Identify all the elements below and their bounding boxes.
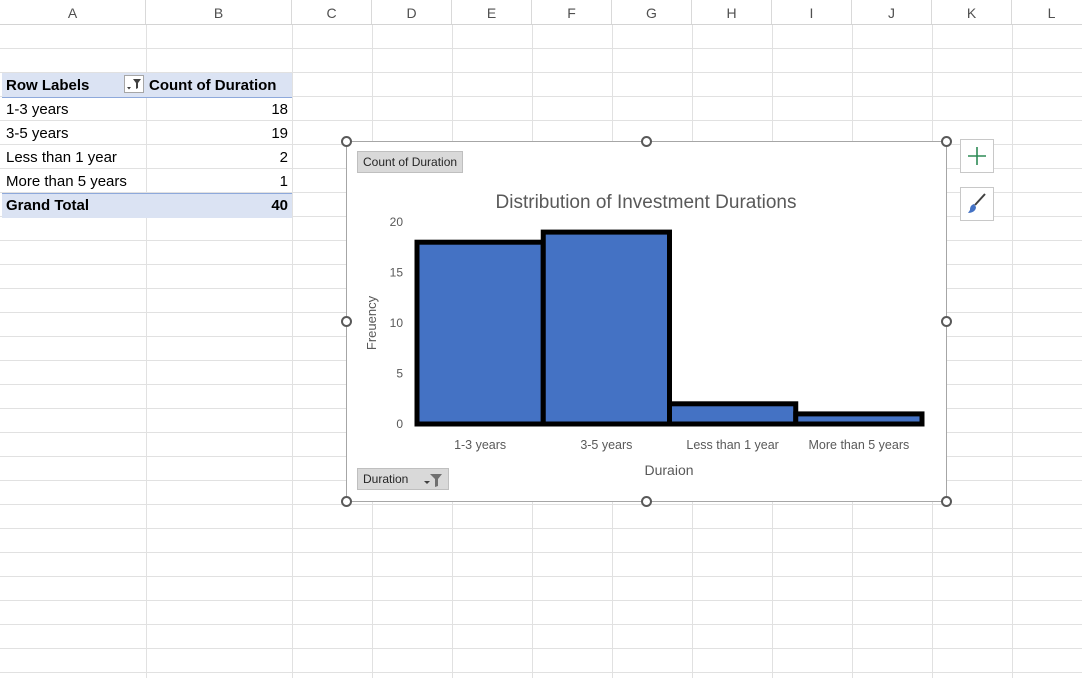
axis-field-label: Duration	[363, 472, 409, 486]
gridline-vertical	[1012, 25, 1013, 678]
y-tick-label: 10	[390, 316, 404, 330]
pivot-row-value[interactable]: 19	[208, 122, 288, 145]
y-tick-label: 5	[396, 367, 403, 381]
pivot-row-label[interactable]: 1-3 years	[6, 98, 69, 121]
resize-handle-top-left[interactable]	[341, 136, 352, 147]
column-header-e[interactable]: E	[452, 0, 532, 24]
gridline-horizontal	[0, 552, 1082, 553]
pivot-row-value[interactable]: 1	[208, 170, 288, 193]
y-tick-label: 15	[390, 266, 404, 280]
paintbrush-icon	[968, 193, 986, 213]
bar[interactable]	[667, 401, 799, 427]
x-axis-ticks: 1-3 years 3-5 years Less than 1 year More t…	[454, 438, 909, 452]
x-tick-label: Less than 1 year	[686, 438, 778, 452]
column-header-d[interactable]: D	[372, 0, 452, 24]
pivot-grand-total-label[interactable]: Grand Total	[6, 194, 89, 217]
column-header-h[interactable]: H	[692, 0, 772, 24]
y-axis-title[interactable]: Freuency	[364, 295, 379, 350]
gridline-horizontal	[0, 528, 1082, 529]
plus-icon	[968, 147, 986, 165]
pivot-row-value[interactable]: 2	[208, 146, 288, 169]
gridline-vertical	[146, 25, 147, 678]
x-tick-label: 1-3 years	[454, 438, 506, 452]
pivot-row-labels-header[interactable]: Row Labels	[6, 74, 89, 97]
resize-handle-top[interactable]	[641, 136, 652, 147]
pivot-grand-total-value[interactable]: 40	[208, 194, 288, 217]
column-header-c[interactable]: C	[292, 0, 372, 24]
x-tick-label: More than 5 years	[809, 438, 910, 452]
y-tick-label: 0	[396, 417, 403, 431]
column-header-g[interactable]: G	[612, 0, 692, 24]
row-labels-filter-button[interactable]	[124, 75, 144, 93]
bar[interactable]	[793, 411, 925, 427]
gridline-horizontal	[0, 576, 1082, 577]
column-header-a[interactable]: A	[0, 0, 146, 24]
x-tick-label: 3-5 years	[580, 438, 632, 452]
pivot-value-header[interactable]: Count of Duration	[149, 74, 276, 97]
chart-elements-button[interactable]	[960, 139, 994, 173]
plot-area[interactable]	[414, 229, 925, 427]
gridline-horizontal	[0, 624, 1082, 625]
column-header-j[interactable]: J	[852, 0, 932, 24]
gridline-horizontal	[0, 600, 1082, 601]
resize-handle-bottom[interactable]	[641, 496, 652, 507]
pivot-row-label[interactable]: Less than 1 year	[6, 146, 117, 169]
column-header-f[interactable]: F	[532, 0, 612, 24]
resize-handle-right[interactable]	[941, 316, 952, 327]
value-field-button[interactable]: Count of Duration	[357, 151, 464, 173]
resize-handle-top-right[interactable]	[941, 136, 952, 147]
gridline-horizontal	[0, 48, 1082, 49]
chart-styles-button[interactable]	[960, 187, 994, 221]
column-header-i[interactable]: I	[772, 0, 852, 24]
column-header-l[interactable]: L	[1012, 0, 1082, 24]
resize-handle-bottom-left[interactable]	[341, 496, 352, 507]
column-header-k[interactable]: K	[932, 0, 1012, 24]
column-header-b[interactable]: B	[146, 0, 292, 24]
chart-title[interactable]: Distribution of Investment Durations	[496, 192, 797, 213]
y-tick-label: 20	[390, 215, 404, 229]
filter-icon	[424, 474, 442, 487]
pivot-chart[interactable]: Distribution of Investment Durations Fre…	[346, 141, 947, 502]
resize-handle-bottom-right[interactable]	[941, 496, 952, 507]
axis-field-button[interactable]: Duration	[357, 468, 449, 490]
gridline-vertical	[292, 25, 293, 678]
pivot-row-value[interactable]: 18	[208, 98, 288, 121]
bar[interactable]	[540, 229, 672, 427]
gridline-horizontal	[0, 504, 1082, 505]
gridline-horizontal	[0, 672, 1082, 673]
x-axis-title[interactable]: Duraion	[644, 462, 693, 478]
column-headers: A B C D E F G H I J K L	[0, 0, 1082, 25]
gridline-horizontal	[0, 648, 1082, 649]
pivot-row-label[interactable]: More than 5 years	[6, 170, 127, 193]
filter-icon	[127, 79, 141, 90]
bar[interactable]	[414, 239, 546, 427]
chart-canvas: Distribution of Investment Durations Fre…	[364, 192, 925, 478]
gridline-horizontal	[0, 120, 1082, 121]
pivot-row-label[interactable]: 3-5 years	[6, 122, 69, 145]
y-axis-ticks: 0 5 10 15 20	[390, 215, 404, 431]
resize-handle-left[interactable]	[341, 316, 352, 327]
